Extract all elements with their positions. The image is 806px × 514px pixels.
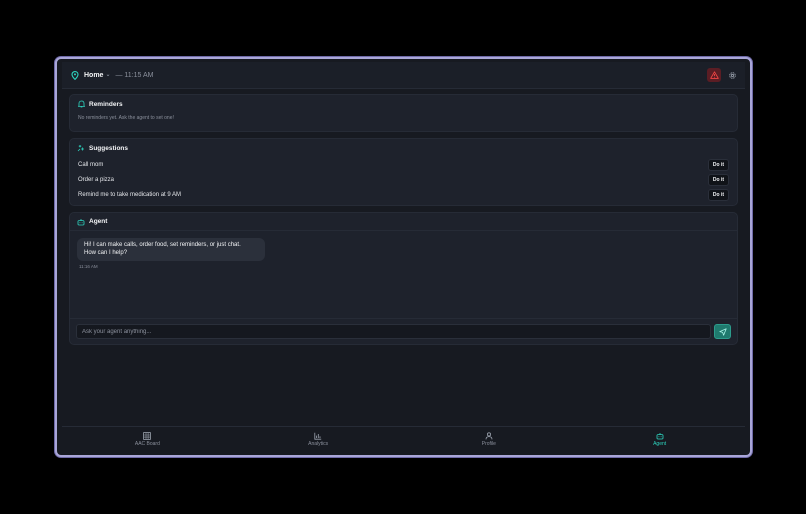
suggestion-item: Remind me to take medication at 9 AM Do … [70, 187, 737, 202]
emergency-alert-button[interactable] [707, 68, 721, 82]
message-timestamp: 11:16 AM [79, 264, 98, 269]
send-button[interactable] [714, 324, 731, 339]
nav-label: Analytics [308, 441, 329, 447]
agent-message-bubble: Hi! I can make calls, order food, set re… [77, 238, 265, 261]
user-icon [484, 431, 493, 440]
nav-item-agent[interactable]: Agent [574, 427, 745, 451]
do-it-button[interactable]: Do it [707, 188, 729, 201]
do-it-button[interactable]: Do it [707, 158, 729, 171]
chevron-down-icon[interactable]: ⌄ [105, 71, 110, 78]
nav-item-analytics[interactable]: Analytics [233, 427, 404, 451]
sparkles-icon [77, 144, 85, 152]
bell-icon [77, 100, 85, 108]
suggestions-card: Suggestions Call mom Do it Order a pizza… [69, 138, 738, 206]
nav-label: AAC Board [134, 441, 160, 447]
current-time: — 11:15 AM [115, 71, 154, 79]
suggestion-item: Order a pizza Do it [70, 172, 737, 187]
agent-card: Agent Hi! I can make calls, order food, … [69, 212, 738, 345]
bar-chart-icon [314, 431, 323, 440]
suggestion-text: Remind me to take medication at 9 AM [78, 191, 182, 198]
reminders-title: Reminders [89, 100, 123, 108]
suggestion-item: Call mom Do it [70, 157, 737, 172]
message-composer [70, 318, 737, 344]
suggestion-text: Order a pizza [78, 176, 115, 183]
grid-icon [143, 431, 152, 440]
gear-icon[interactable] [727, 70, 737, 80]
bottom-nav: AAC Board Analytics Profile Agent [62, 426, 745, 451]
bot-icon [655, 431, 664, 440]
reminders-card: Reminders No reminders yet. Ask the agen… [69, 94, 738, 132]
agent-title: Agent [89, 218, 108, 225]
app-window: Home ⌄ — 11:15 AM Reminders No reminders… [55, 57, 752, 457]
app: Home ⌄ — 11:15 AM Reminders No reminders… [62, 62, 745, 451]
nav-item-profile[interactable]: Profile [404, 427, 575, 451]
location-selector[interactable]: Home [84, 72, 103, 79]
alert-triangle-icon [709, 66, 719, 84]
message-line: How can I help? [84, 250, 128, 256]
nav-label: Agent [653, 441, 667, 447]
suggestions-title: Suggestions [89, 144, 129, 152]
nav-label: Profile [481, 441, 496, 447]
bot-icon [77, 218, 85, 226]
nav-item-aac-board[interactable]: AAC Board [62, 427, 233, 451]
map-pin-icon [70, 70, 80, 80]
send-icon [718, 323, 727, 341]
reminders-empty-text: No reminders yet. Ask the agent to set o… [78, 115, 174, 121]
do-it-button[interactable]: Do it [707, 173, 729, 186]
message-line: Hi! I can make calls, order food, set re… [84, 242, 241, 248]
header: Home ⌄ — 11:15 AM [62, 62, 745, 89]
suggestion-text: Call mom [78, 161, 104, 168]
agent-input[interactable] [76, 324, 711, 339]
